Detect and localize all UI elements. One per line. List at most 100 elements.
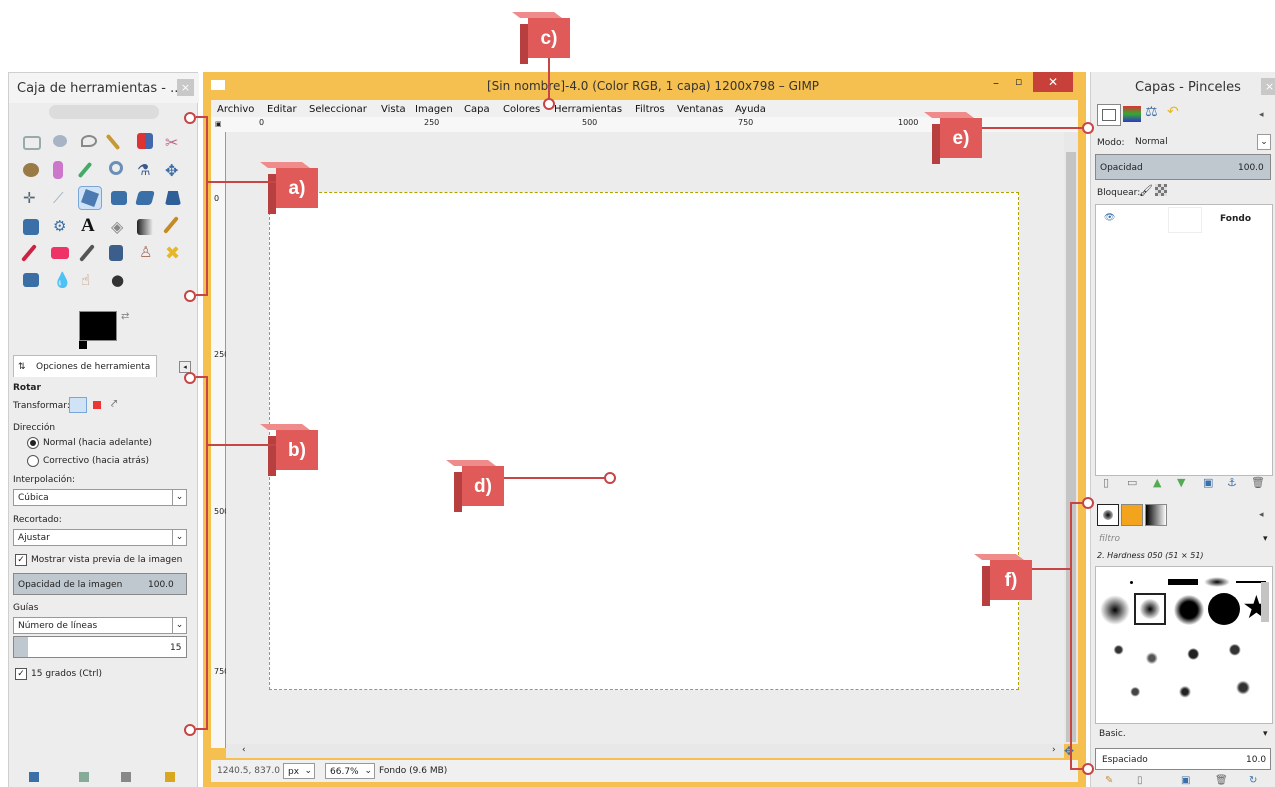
toolbox-close-button[interactable]: × — [177, 79, 194, 96]
menu-imagen[interactable]: Imagen — [415, 104, 453, 115]
scroll-right-icon[interactable]: › — [1052, 745, 1056, 755]
brush-item[interactable] — [1100, 595, 1130, 625]
scroll-left-icon[interactable]: ‹ — [242, 745, 246, 755]
scale-tool-icon[interactable] — [111, 191, 127, 205]
color-select-tool-icon[interactable] — [137, 133, 153, 149]
brush-filter-input[interactable]: filtro ▾ — [1095, 532, 1271, 546]
brush-tag-select[interactable]: Basic. ▾ — [1095, 726, 1271, 742]
zoom-select[interactable]: 66.7% ⌄ — [325, 763, 375, 779]
anchor-layer-icon[interactable]: ⚓ — [1227, 476, 1237, 489]
brush-item[interactable] — [1208, 593, 1240, 625]
tab-layers[interactable] — [1097, 104, 1121, 126]
brush-item[interactable] — [1204, 577, 1230, 587]
zoom-tool-icon[interactable] — [109, 161, 123, 175]
layer-row[interactable]: 👁 Fondo — [1096, 205, 1272, 233]
canvas-area[interactable] — [226, 132, 1071, 744]
paths-tool-icon[interactable] — [53, 161, 63, 179]
transform-layer-icon[interactable] — [69, 397, 87, 413]
brush-item-selected[interactable] — [1134, 593, 1166, 625]
brush-spacing-slider[interactable]: Espaciado 10.0 — [1095, 748, 1271, 770]
crop-tool-icon[interactable]: ⟋ — [53, 189, 73, 209]
tab-channels[interactable] — [1123, 106, 1141, 122]
rotate-tool-icon[interactable] — [78, 186, 102, 210]
brushes-scroll-thumb[interactable] — [1261, 582, 1269, 622]
angle-checkbox[interactable]: ✓ — [15, 668, 27, 680]
swap-colors-icon[interactable]: ⇄ — [121, 311, 129, 322]
direction-normal-radio[interactable] — [27, 437, 39, 449]
duplicate-brush-icon[interactable]: ▣ — [1181, 775, 1190, 786]
transform-path-icon[interactable]: ⤤ — [111, 397, 117, 411]
dock-close-button[interactable]: × — [1261, 78, 1275, 95]
menu-archivo[interactable]: Archivo — [217, 104, 254, 115]
guides-count-slider[interactable]: 15 — [13, 636, 187, 658]
clipping-select[interactable]: Ajustar ⌄ — [13, 529, 187, 546]
delete-options-icon[interactable] — [121, 772, 131, 782]
foreground-select-tool-icon[interactable] — [23, 163, 39, 177]
ellipse-select-tool-icon[interactable] — [53, 135, 67, 147]
menu-seleccionar[interactable]: Seleccionar — [309, 104, 367, 115]
bucket-fill-tool-icon[interactable]: ◈ — [111, 217, 131, 237]
shear-tool-icon[interactable] — [135, 191, 155, 205]
preview-checkbox[interactable]: ✓ — [15, 554, 27, 566]
mode-select[interactable]: Normal ⌄ — [1131, 134, 1271, 150]
interpolation-select[interactable]: Cúbica ⌄ — [13, 489, 187, 506]
eye-icon[interactable]: 👁 — [1104, 213, 1115, 223]
image-opacity-slider[interactable]: Opacidad de la imagen 100.0 — [13, 573, 187, 595]
scissors-tool-icon[interactable]: ✂ — [165, 133, 185, 153]
texture-brushes[interactable] — [1102, 633, 1268, 717]
reset-options-icon[interactable] — [165, 772, 175, 782]
perspective-clone-tool-icon[interactable] — [23, 273, 39, 287]
tab-tool-options[interactable]: ⇅ Opciones de herramienta — [13, 355, 157, 378]
cage-transform-tool-icon[interactable]: ⚙ — [53, 217, 73, 237]
tab-patterns[interactable] — [1121, 504, 1143, 526]
default-colors-icon[interactable] — [79, 341, 87, 349]
guides-select[interactable]: Número de líneas ⌄ — [13, 617, 187, 634]
tab-menu-icon[interactable]: ◂ — [1259, 110, 1264, 120]
maximize-button[interactable]: ▫ — [1015, 75, 1022, 88]
new-layer-group-icon[interactable]: ▭ — [1127, 476, 1137, 489]
close-window-button[interactable]: ✕ — [1033, 72, 1073, 92]
perspective-tool-icon[interactable] — [165, 191, 181, 205]
brushes-grid[interactable]: ★ — [1095, 566, 1273, 724]
new-layer-icon[interactable]: ▯ — [1103, 476, 1109, 489]
align-tool-icon[interactable]: ✛ — [23, 189, 43, 209]
dodge-burn-tool-icon[interactable]: ● — [111, 271, 131, 291]
lock-alpha-icon[interactable] — [1155, 184, 1167, 196]
menu-filtros[interactable]: Filtros — [635, 104, 665, 115]
ruler-menu-icon[interactable]: ▣ — [215, 120, 222, 128]
tab-gradients[interactable] — [1145, 504, 1167, 526]
pencil-tool-icon[interactable] — [163, 216, 179, 234]
heal-tool-icon[interactable]: ✖ — [165, 243, 185, 264]
blend-tool-icon[interactable] — [137, 219, 153, 235]
text-tool-icon[interactable]: A — [81, 215, 101, 236]
move-tool-icon[interactable]: ✥ — [165, 161, 185, 181]
paintbrush-tool-icon[interactable] — [21, 244, 37, 262]
direction-corrective-radio[interactable] — [27, 455, 39, 467]
blur-sharpen-tool-icon[interactable]: 💧 — [53, 271, 73, 291]
tab-paths[interactable]: ⚖ — [1145, 104, 1158, 120]
save-options-icon[interactable] — [29, 772, 39, 782]
measure-tool-icon[interactable]: ⚗ — [137, 161, 157, 181]
menu-ventanas[interactable]: Ventanas — [677, 104, 723, 115]
refresh-brushes-icon[interactable]: ↻ — [1249, 775, 1257, 786]
minimize-button[interactable]: – — [993, 76, 999, 90]
airbrush-tool-icon[interactable] — [79, 244, 95, 262]
menu-ayuda[interactable]: Ayuda — [735, 104, 766, 115]
foreground-color-swatch[interactable] — [79, 311, 117, 341]
raise-layer-icon[interactable]: ▲ — [1153, 476, 1161, 489]
free-select-tool-icon[interactable] — [81, 135, 97, 147]
smudge-tool-icon[interactable]: ☝ — [81, 271, 101, 291]
horizontal-scrollbar[interactable]: ‹ › — [226, 744, 1064, 758]
image-canvas[interactable] — [269, 192, 1019, 690]
brush-item[interactable] — [1174, 595, 1204, 625]
color-picker-tool-icon[interactable] — [77, 161, 93, 179]
clone-tool-icon[interactable]: ♙ — [139, 243, 159, 263]
edit-brush-icon[interactable]: ✎ — [1105, 775, 1113, 786]
restore-options-icon[interactable] — [79, 772, 89, 782]
flip-tool-icon[interactable] — [23, 219, 39, 235]
menu-capa[interactable]: Capa — [464, 104, 490, 115]
new-brush-icon[interactable]: ▯ — [1137, 775, 1143, 786]
vertical-ruler[interactable]: 0 250 500 750 — [211, 132, 229, 748]
rect-select-tool-icon[interactable] — [23, 136, 41, 150]
brushes-tab-menu-icon[interactable]: ◂ — [1259, 510, 1264, 520]
